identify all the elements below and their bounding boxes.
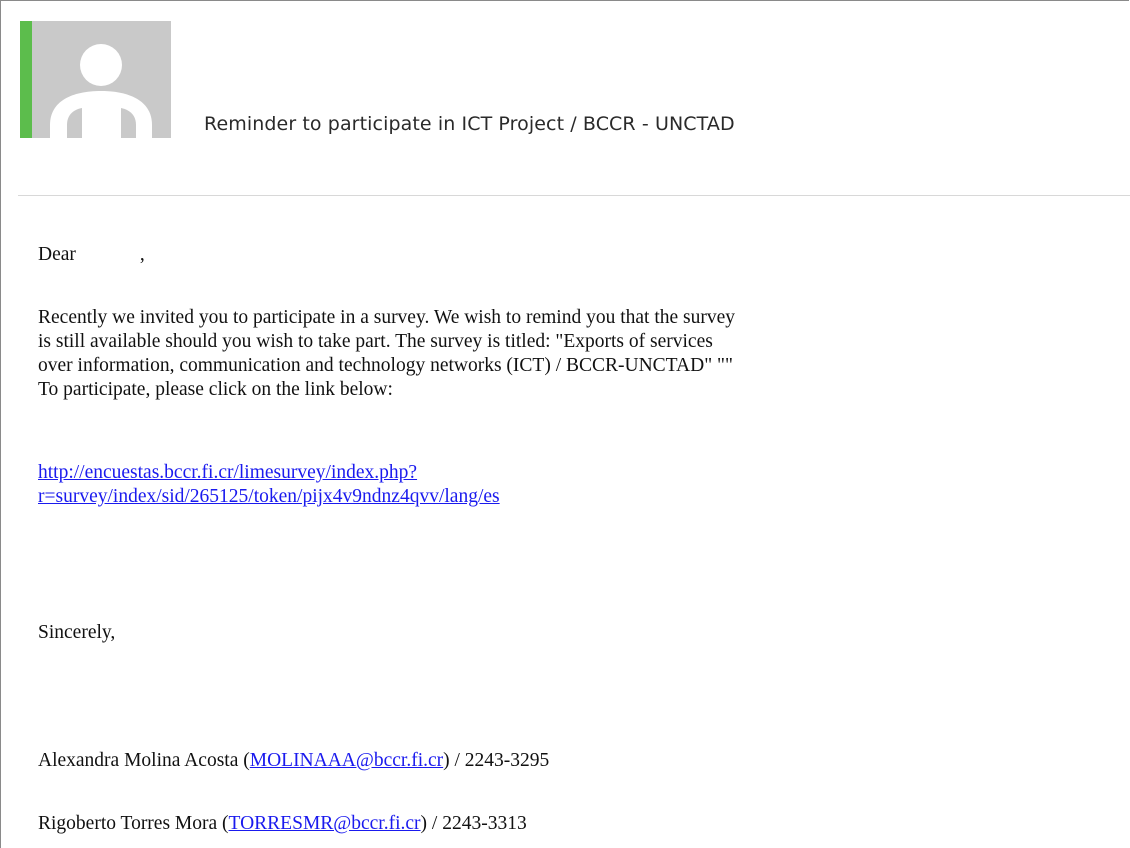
avatar	[32, 21, 171, 138]
contact-name: Rigoberto Torres Mora (	[38, 813, 229, 834]
body-paragraph: Recently we invited you to participate i…	[38, 306, 735, 402]
email-subject: Reminder to participate in ICT Project /…	[204, 113, 735, 135]
greeting-comma: ,	[139, 244, 145, 265]
contact-email-link[interactable]: MOLINAAA@bccr.fi.cr	[250, 750, 443, 771]
contact-name: Alexandra Molina Acosta (	[38, 750, 250, 771]
header-divider	[18, 195, 1130, 196]
contact-phone: ) / 2243-3313	[420, 813, 527, 834]
presence-status-bar	[20, 21, 32, 138]
contact-line: Rigoberto Torres Mora (TORRESMR@bccr.fi.…	[38, 812, 527, 836]
survey-link[interactable]: http://encuestas.bccr.fi.cr/limesurvey/i…	[38, 462, 417, 483]
person-silhouette-icon	[50, 44, 152, 138]
body-line: over information, communication and tech…	[38, 355, 733, 376]
email-header: Reminder to participate in ICT Project /…	[1, 1, 1130, 196]
body-line: To participate, please click on the link…	[38, 379, 393, 400]
survey-link-block: http://encuestas.bccr.fi.cr/limesurvey/i…	[38, 461, 500, 509]
body-line: Recently we invited you to participate i…	[38, 307, 736, 328]
contact-email-link[interactable]: TORRESMR@bccr.fi.cr	[229, 813, 421, 834]
contact-phone: ) / 2243-3295	[443, 750, 550, 771]
contact-line: Alexandra Molina Acosta (MOLINAAA@bccr.f…	[38, 749, 549, 773]
body-line: is still available should you wish to ta…	[38, 331, 713, 352]
email-window: Reminder to participate in ICT Project /…	[0, 0, 1130, 848]
greeting-word: Dear	[38, 244, 76, 265]
closing: Sincerely,	[38, 622, 116, 643]
survey-link[interactable]: r=survey/index/sid/265125/token/pijx4v9n…	[38, 486, 500, 507]
greeting: Dear,	[38, 243, 145, 267]
